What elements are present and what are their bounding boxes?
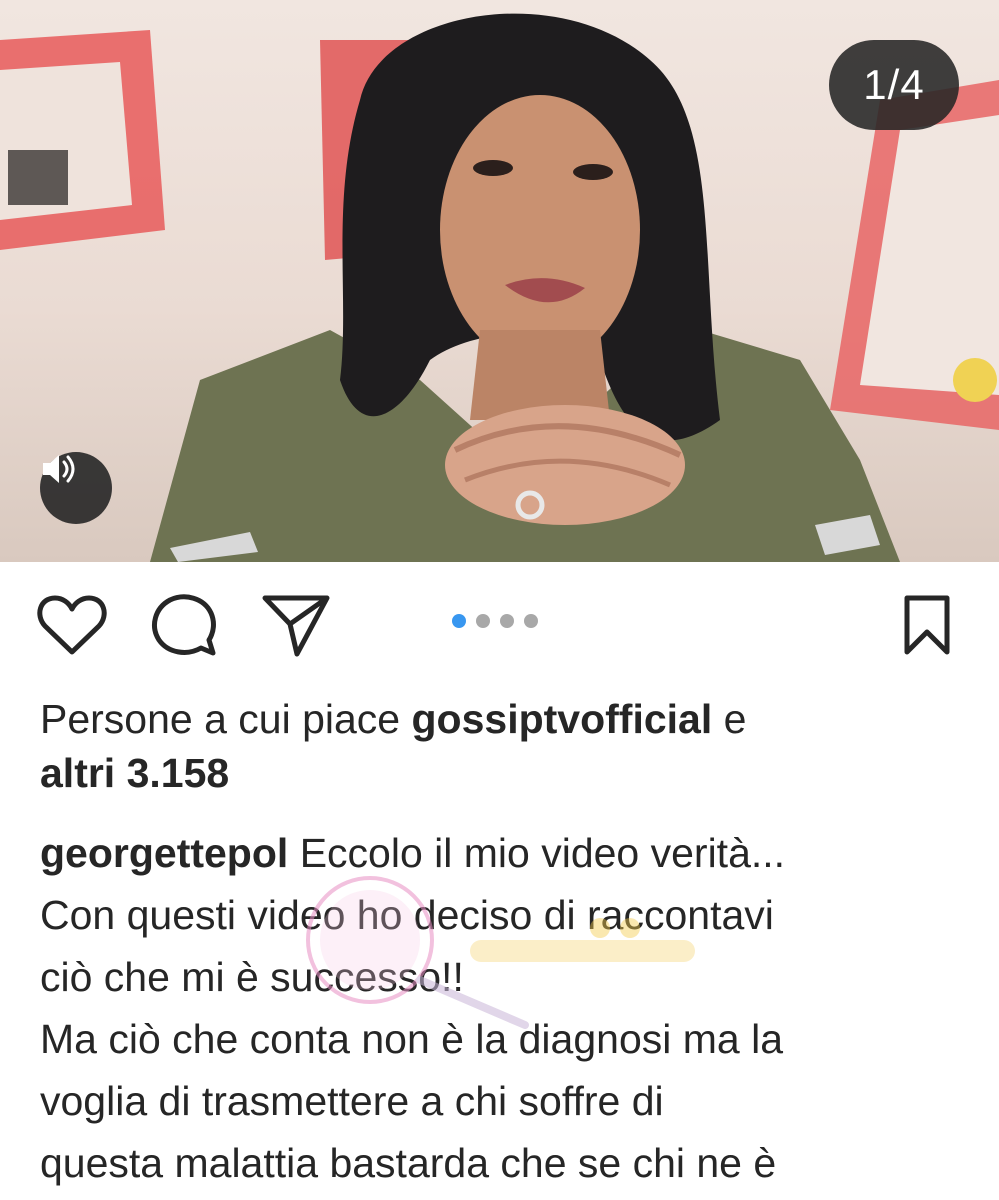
caption-line: voglia di trasmettere a chi soffre di <box>40 1078 664 1124</box>
carousel-dot <box>500 614 514 628</box>
post-caption: georgettepol Eccolo il mio video verità.… <box>40 822 970 1194</box>
caption-line: questa malattia bastarda che se chi ne è <box>40 1140 777 1186</box>
caption-line: Ma ciò che conta non è la diagnosi ma la <box>40 1016 784 1062</box>
caption-line: ciò che mi è successo!! <box>40 954 464 1000</box>
liker-username[interactable]: gossiptvofficial <box>412 696 713 742</box>
audio-toggle-button[interactable] <box>40 452 112 524</box>
comment-icon <box>152 594 216 656</box>
heart-icon <box>37 595 107 655</box>
bookmark-icon <box>904 595 950 655</box>
save-button[interactable] <box>892 590 962 660</box>
post-media[interactable]: 1/4 <box>0 0 999 562</box>
caption-line: Con questi video ho deciso di raccontavi <box>40 892 774 938</box>
carousel-dot <box>524 614 538 628</box>
carousel-dot <box>476 614 490 628</box>
comment-button[interactable] <box>149 590 219 660</box>
send-icon <box>262 595 330 657</box>
slide-counter: 1/4 <box>829 40 959 130</box>
caption-line: georgettepol Eccolo il mio video verità.… <box>40 822 970 884</box>
caption-username[interactable]: georgettepol <box>40 830 288 876</box>
share-button[interactable] <box>261 590 331 660</box>
carousel-indicator <box>452 614 538 628</box>
caption-text: Eccolo il mio video verità... <box>288 830 786 876</box>
likes-suffix: e <box>712 696 747 742</box>
like-button[interactable] <box>37 590 107 660</box>
likes-summary[interactable]: Persone a cui piace gossiptvofficial e a… <box>40 692 960 800</box>
likes-prefix: Persone a cui piace <box>40 696 412 742</box>
likes-others-count[interactable]: altri 3.158 <box>40 750 229 796</box>
carousel-dot <box>452 614 466 628</box>
speaker-icon <box>43 455 75 483</box>
